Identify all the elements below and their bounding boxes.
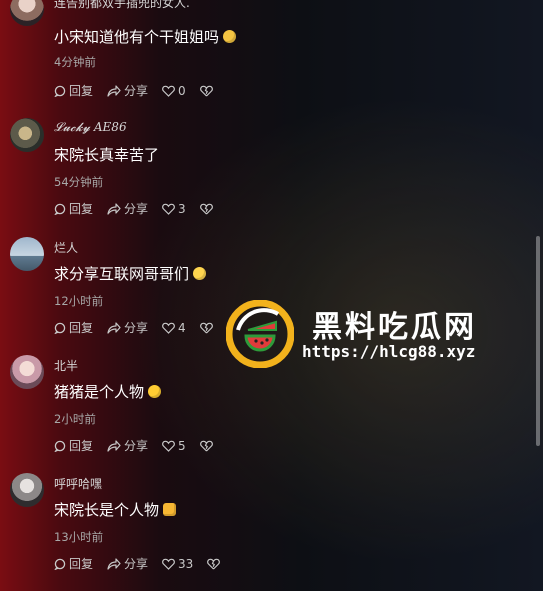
- username[interactable]: 呼呼哈嘿: [54, 475, 102, 492]
- like-count: 4: [178, 320, 186, 335]
- reply-icon: [54, 85, 66, 97]
- reply-icon: [54, 440, 66, 452]
- reply-label: 回复: [69, 557, 94, 571]
- share-label: 分享: [124, 439, 149, 453]
- like-count: 0: [178, 83, 186, 98]
- comment-actions: 回复 分享 3: [54, 200, 230, 217]
- share-button[interactable]: 分享: [107, 319, 148, 336]
- share-button[interactable]: 分享: [107, 82, 148, 99]
- dislike-button[interactable]: [199, 85, 216, 97]
- comment-text: 小宋知道他有个干姐姐吗: [54, 26, 237, 47]
- dislike-button[interactable]: [199, 203, 216, 215]
- like-button[interactable]: 3: [162, 202, 186, 216]
- like-button[interactable]: 4: [162, 321, 186, 335]
- scrollbar[interactable]: [536, 236, 540, 446]
- dislike-button[interactable]: [199, 440, 216, 452]
- broken-heart-icon: [199, 85, 213, 96]
- comment-text-content: 求分享互联网哥哥们: [54, 265, 190, 283]
- reply-button[interactable]: 回复: [54, 555, 93, 572]
- reply-label: 回复: [69, 321, 94, 335]
- comment-text: 求分享互联网哥哥们: [54, 263, 207, 284]
- heart-icon: [162, 85, 175, 97]
- watermelon-logo-icon: [226, 300, 294, 368]
- share-label: 分享: [124, 321, 149, 335]
- share-icon: [107, 557, 121, 570]
- reply-label: 回复: [69, 202, 94, 216]
- avatar[interactable]: [10, 237, 44, 271]
- comment-text-content: 宋院长真幸苦了: [54, 146, 160, 164]
- share-icon: [107, 439, 121, 452]
- comment-item: 连告别都双手插兜的女人. 小宋知道他有个干姐姐吗 4分钟前 回复 分享 0: [0, 0, 543, 110]
- comment-actions: 回复 分享 4: [54, 319, 230, 336]
- comment-time: 12小时前: [54, 294, 104, 308]
- comment-time: 54分钟前: [54, 175, 104, 189]
- like-button[interactable]: 33: [162, 557, 193, 571]
- share-label: 分享: [124, 202, 149, 216]
- heart-icon: [162, 558, 175, 570]
- avatar[interactable]: [10, 473, 44, 507]
- like-count: 5: [178, 438, 186, 453]
- share-button[interactable]: 分享: [107, 555, 148, 572]
- username[interactable]: 北半: [54, 357, 78, 374]
- thumbs-up-emoji: [163, 503, 177, 516]
- reply-icon: [54, 322, 66, 334]
- share-label: 分享: [124, 557, 149, 571]
- like-button[interactable]: 0: [162, 84, 186, 98]
- like-count: 33: [178, 556, 194, 571]
- dislike-button[interactable]: [207, 558, 223, 570]
- comment-actions: 回复 分享 0: [54, 82, 230, 99]
- like-button[interactable]: 5: [162, 439, 186, 453]
- reply-icon: [54, 203, 66, 215]
- broken-heart-icon: [207, 558, 221, 569]
- watermark-title: 黑料吃瓜网: [312, 310, 477, 345]
- comment-text: 猪猪是个人物: [54, 381, 162, 402]
- reply-label: 回复: [69, 439, 94, 453]
- avatar[interactable]: [10, 355, 44, 389]
- share-icon: [107, 84, 121, 97]
- broken-heart-icon: [199, 203, 213, 214]
- comment-item: 北半 猪猪是个人物 2小时前 回复 分享 5: [0, 355, 543, 473]
- comment-actions: 回复 分享 33: [54, 555, 237, 572]
- comment-time: 4分钟前: [54, 55, 96, 69]
- avatar[interactable]: [10, 0, 44, 26]
- smirk-emoji: [223, 30, 237, 43]
- comment-time: 2小时前: [54, 412, 96, 426]
- reply-button[interactable]: 回复: [54, 437, 93, 454]
- share-button[interactable]: 分享: [107, 200, 148, 217]
- grin-sweat-emoji: [193, 267, 207, 280]
- watermark-url: https://hlcg88.xyz: [302, 342, 476, 361]
- share-icon: [107, 321, 121, 334]
- username[interactable]: 烂人: [54, 239, 78, 256]
- heart-icon: [162, 203, 175, 215]
- like-count: 3: [178, 201, 186, 216]
- comment-text-content: 宋院长是个人物: [54, 501, 160, 519]
- reply-button[interactable]: 回复: [54, 82, 93, 99]
- reply-icon: [54, 558, 66, 570]
- comment-actions: 回复 分享 5: [54, 437, 230, 454]
- avatar[interactable]: [10, 118, 44, 152]
- heart-icon: [162, 440, 175, 452]
- comment-time: 13小时前: [54, 530, 104, 544]
- reply-button[interactable]: 回复: [54, 200, 93, 217]
- username[interactable]: 连告别都双手插兜的女人.: [54, 0, 190, 11]
- share-label: 分享: [124, 84, 149, 98]
- username[interactable]: 𝓛𝓾𝓬𝓴𝔂 AE86: [54, 120, 127, 135]
- reply-label: 回复: [69, 84, 94, 98]
- starstruck-emoji: [148, 385, 162, 398]
- share-button[interactable]: 分享: [107, 437, 148, 454]
- broken-heart-icon: [199, 322, 213, 333]
- dislike-button[interactable]: [199, 322, 216, 334]
- comment-text-content: 猪猪是个人物: [54, 383, 145, 401]
- broken-heart-icon: [199, 440, 213, 451]
- comment-text: 宋院长真幸苦了: [54, 144, 159, 165]
- comment-text: 宋院长是个人物: [54, 499, 177, 520]
- comment-item: 𝓛𝓾𝓬𝓴𝔂 AE86 宋院长真幸苦了 54分钟前 回复 分享 3: [0, 118, 543, 236]
- comment-item: 呼呼哈嘿 宋院长是个人物 13小时前 回复 分享 33: [0, 473, 543, 591]
- reply-button[interactable]: 回复: [54, 319, 93, 336]
- heart-icon: [162, 322, 175, 334]
- comment-text-content: 小宋知道他有个干姐姐吗: [54, 28, 220, 46]
- share-icon: [107, 202, 121, 215]
- watermark: 黑料吃瓜网 https://hlcg88.xyz: [226, 298, 496, 370]
